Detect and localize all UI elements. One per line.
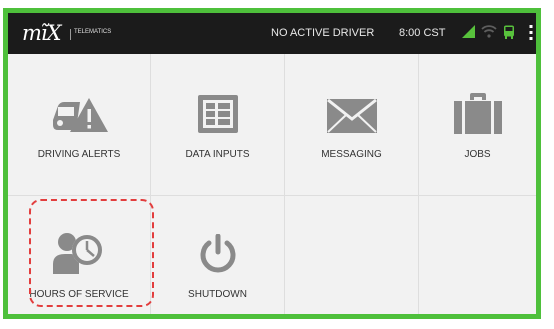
empty-tile	[419, 196, 536, 314]
tile-label: SHUTDOWN	[188, 289, 247, 300]
envelope-icon	[326, 99, 377, 133]
tile-label: DATA INPUTS	[185, 149, 250, 160]
logo-subtitle: TELEMATICS	[74, 29, 112, 35]
tile-hours-of-service[interactable]: HOURS OF SERVICE	[8, 196, 151, 314]
wifi-icon	[481, 25, 497, 38]
clock: 8:00 CST	[399, 27, 446, 39]
briefcase-icon	[453, 93, 502, 134]
overflow-menu-icon[interactable]	[528, 25, 534, 41]
tile-label: DRIVING ALERTS	[37, 149, 121, 160]
logo-mark: mĩX	[22, 21, 62, 45]
signal-icon	[462, 25, 475, 38]
bus-icon	[504, 25, 514, 39]
empty-tile	[285, 196, 419, 314]
data-grid-icon	[197, 95, 238, 133]
tile-messaging[interactable]: MESSAGING	[285, 54, 419, 196]
app-grid: DRIVING ALERTS DATA INPUTS MESSAGING JOB…	[8, 54, 536, 314]
tile-jobs[interactable]: JOBS	[419, 54, 536, 196]
logo-divider	[70, 29, 71, 40]
status-bar: mĩX TELEMATICS NO ACTIVE DRIVER 8:00 CST	[8, 13, 536, 54]
power-icon	[200, 234, 235, 273]
app-window: mĩX TELEMATICS NO ACTIVE DRIVER 8:00 CST	[3, 8, 541, 319]
car-alert-icon	[53, 98, 108, 132]
tile-shutdown[interactable]: SHUTDOWN	[151, 196, 285, 314]
driver-status: NO ACTIVE DRIVER	[271, 27, 375, 39]
tile-driving-alerts[interactable]: DRIVING ALERTS	[8, 54, 151, 196]
tile-label: JOBS	[464, 149, 491, 160]
tile-label: HOURS OF SERVICE	[29, 289, 129, 300]
tile-data-inputs[interactable]: DATA INPUTS	[151, 54, 285, 196]
tile-label: MESSAGING	[321, 149, 382, 160]
driver-clock-icon	[53, 233, 102, 274]
